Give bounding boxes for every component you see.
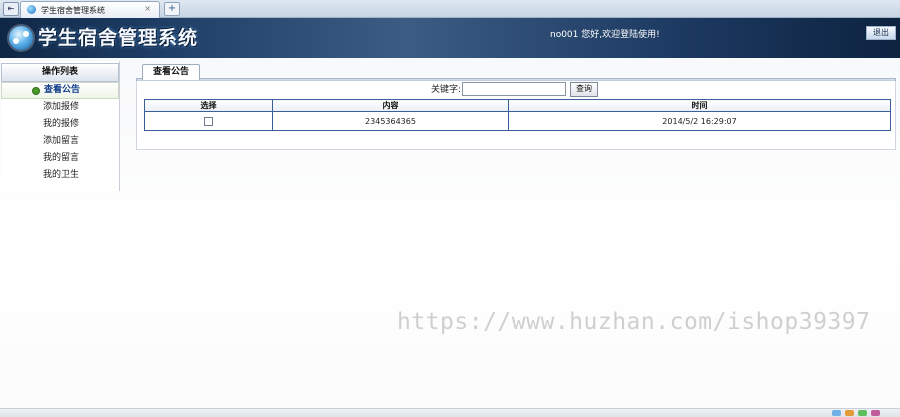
select-cell <box>144 111 273 131</box>
main-panel: 查看公告 关键字: 查询 选择 内容 时间 2345364365 2014/5/… <box>136 61 896 151</box>
tab-view-notices[interactable]: 查看公告 <box>142 64 200 80</box>
sidebar-item-label: 我的留言 <box>43 153 80 163</box>
sidebar-item-view-notices[interactable]: 查看公告 <box>1 82 119 99</box>
sidebar-title: 操作列表 <box>1 63 119 82</box>
sidebar-menu: 查看公告 添加报修 我的报修 添加留言 我的留言 我的卫生 <box>1 82 119 184</box>
favicon-icon <box>27 5 36 14</box>
logo-icon <box>9 26 33 50</box>
sidebar: 操作列表 查看公告 添加报修 我的报修 添加留言 我的留言 我的卫生 <box>1 61 120 191</box>
sidebar-item-label: 查看公告 <box>44 85 81 95</box>
table-row: 2345364365 2014/5/2 16:29:07 <box>144 111 891 131</box>
back-icon[interactable]: ⇤ <box>3 2 19 16</box>
sidebar-item-label: 我的报修 <box>43 119 80 129</box>
keyword-input[interactable] <box>462 82 566 96</box>
new-tab-button[interactable]: + <box>164 2 180 16</box>
sidebar-item-my-repairs[interactable]: 我的报修 <box>1 116 119 133</box>
active-bullet-icon <box>32 87 40 95</box>
tray-icon <box>845 410 854 416</box>
browser-tab-strip: ⇤ 学生宿舍管理系统 × + <box>0 0 900 18</box>
sidebar-item-label: 添加报修 <box>43 102 80 112</box>
close-tab-icon[interactable]: × <box>144 4 151 13</box>
sidebar-item-label: 添加留言 <box>43 136 80 146</box>
sidebar-item-add-message[interactable]: 添加留言 <box>1 133 119 150</box>
browser-tab-title: 学生宿舍管理系统 <box>41 6 105 15</box>
table-header-row: 选择 内容 时间 <box>144 99 891 112</box>
content-cell: 2345364365 <box>272 111 509 131</box>
browser-tab[interactable]: 学生宿舍管理系统 × <box>20 1 160 18</box>
app-title: 学生宿舍管理系统 <box>38 27 199 49</box>
logout-button[interactable]: 退出 <box>866 26 896 40</box>
sidebar-item-add-repair[interactable]: 添加报修 <box>1 99 119 116</box>
search-button[interactable]: 查询 <box>570 82 598 97</box>
tray-icon <box>858 410 867 416</box>
welcome-message: no001 您好,欢迎登陆使用! <box>550 30 660 40</box>
watermark: https://www.huzhan.com/ishop39397 <box>397 309 871 335</box>
tray-icon <box>832 410 841 416</box>
sidebar-item-my-messages[interactable]: 我的留言 <box>1 150 119 167</box>
tray-icon <box>871 410 880 416</box>
row-checkbox[interactable] <box>204 116 213 126</box>
notice-table: 选择 内容 时间 2345364365 2014/5/2 16:29:07 <box>144 99 891 131</box>
column-header-content: 内容 <box>272 99 509 112</box>
search-label: 关键字: <box>431 85 462 95</box>
time-cell: 2014/5/2 16:29:07 <box>508 111 891 131</box>
app-header: 学生宿舍管理系统 no001 您好,欢迎登陆使用! 退出 <box>0 18 900 58</box>
panel-body: 关键字: 查询 选择 内容 时间 2345364365 2014/5/2 16:… <box>136 81 896 150</box>
column-header-select: 选择 <box>144 99 273 112</box>
sidebar-item-my-hygiene[interactable]: 我的卫生 <box>1 167 119 184</box>
sidebar-item-label: 我的卫生 <box>43 170 80 180</box>
column-header-time: 时间 <box>508 99 891 112</box>
